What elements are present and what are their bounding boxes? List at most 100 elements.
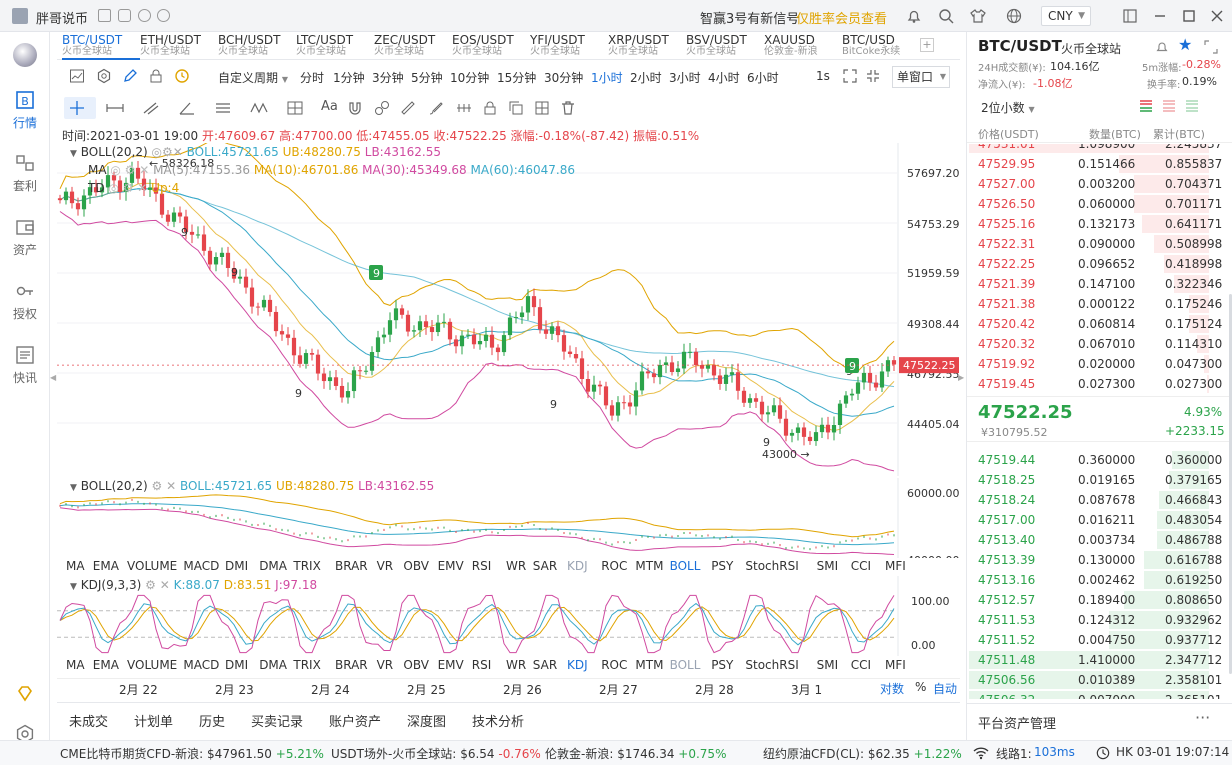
period-option[interactable]: 30分钟 — [544, 69, 583, 86]
indicator-tab[interactable]: CCI — [851, 559, 871, 573]
precision-select[interactable]: 2位小数 ▼ — [981, 99, 1035, 116]
ticker-item[interactable]: 纽约原油CFD(CL): $62.35 +1.22% — [763, 745, 962, 762]
bid-row[interactable]: 47518.25 0.019165 0.379165 — [967, 470, 1222, 490]
gear-icon[interactable]: ⚙ — [162, 145, 173, 159]
external-window-icon[interactable] — [1122, 8, 1138, 24]
pair-tab[interactable]: LTC/USDT 火币全球站 — [296, 34, 374, 58]
angle-icon[interactable] — [178, 100, 196, 116]
pair-tab[interactable]: XRP/USDT 火币全球站 — [608, 34, 686, 58]
bottom-tab[interactable]: 深度图 — [407, 711, 446, 730]
indicator-tab[interactable]: EMV — [438, 658, 464, 672]
period-option[interactable]: 5分钟 — [411, 69, 443, 86]
close-icon[interactable]: ✕ — [173, 145, 183, 159]
link-icon[interactable] — [374, 100, 390, 116]
period-option[interactable]: 1分钟 — [333, 69, 365, 86]
exit-fullscreen-icon[interactable] — [866, 69, 880, 83]
period-option[interactable]: 15分钟 — [497, 69, 536, 86]
pair-tab[interactable]: BSV/USDT 火币全球站 — [686, 34, 764, 58]
ticker-item[interactable]: CME比特币期货CFD-新浪: $47961.50 +5.21% — [60, 745, 324, 762]
indicator-tab[interactable]: VR — [377, 658, 394, 672]
pair-tab[interactable]: BTC/USD BitCoke永续 — [842, 34, 920, 58]
ask-row[interactable]: 47522.31 0.090000 0.508998 — [967, 234, 1222, 254]
indicator-tab[interactable]: SAR — [533, 559, 557, 573]
ask-row[interactable]: 47529.95 0.151466 0.855837 — [967, 154, 1222, 174]
period-option[interactable]: 3分钟 — [372, 69, 404, 86]
bid-row[interactable]: 47513.16 0.002462 0.619250 — [967, 570, 1222, 590]
horizontal-line-icon[interactable] — [106, 100, 124, 116]
bid-row[interactable]: 47512.57 0.189400 0.808650 — [967, 590, 1222, 610]
window-mode-select[interactable]: 单窗口 ▼ — [892, 66, 950, 88]
bid-row[interactable]: 47517.00 0.016211 0.483054 — [967, 510, 1222, 530]
indicator-tab[interactable]: MTM — [635, 559, 663, 573]
add-tab-button[interactable]: + — [920, 38, 934, 52]
custom-period-select[interactable]: 自定义周期 ▼ — [218, 69, 288, 86]
indicator-tab[interactable]: TRIX — [293, 559, 320, 573]
indicator-tab[interactable]: MACD — [183, 658, 219, 672]
sidebar-item-news[interactable]: 快讯 — [0, 345, 50, 386]
layers-icon[interactable] — [534, 100, 550, 116]
copy-icon[interactable] — [508, 100, 524, 116]
parallel-lines-icon[interactable] — [214, 100, 232, 116]
indicator-tab[interactable]: BOLL — [670, 559, 701, 573]
bell-icon[interactable] — [906, 8, 922, 24]
indicator-tab[interactable]: CCI — [851, 658, 871, 672]
indicator-tab[interactable]: DMA — [259, 658, 287, 672]
copyright-icon[interactable] — [157, 9, 170, 22]
bottom-tab[interactable]: 账户资产 — [329, 711, 381, 730]
indicator-tab[interactable]: KDJ — [567, 658, 588, 672]
indicator-tab[interactable]: MA — [66, 658, 85, 672]
asset-mgmt-link[interactable]: 平台资产管理 — [978, 713, 1056, 732]
shirt-icon[interactable] — [970, 8, 986, 24]
ask-row[interactable]: 47527.00 0.003200 0.704371 — [967, 174, 1222, 194]
crosshair-tool[interactable] — [64, 97, 96, 119]
bottom-tab[interactable]: 计划单 — [134, 711, 173, 730]
indicator-tab[interactable]: RSI — [472, 559, 492, 573]
more-icon[interactable]: ··· — [1195, 708, 1210, 727]
close-icon[interactable] — [1209, 8, 1225, 24]
indicator-tab[interactable]: WR — [506, 559, 526, 573]
sidebar-item-arbitrage[interactable]: 套利 — [0, 153, 50, 194]
bid-row[interactable]: 47506.56 0.010389 2.358101 — [967, 670, 1222, 690]
measure-icon[interactable] — [455, 100, 473, 116]
sidebar-item-auth[interactable]: 授权 — [0, 281, 50, 322]
text-tool-icon[interactable]: Aa — [321, 99, 338, 114]
search-icon[interactable] — [938, 8, 954, 24]
indicator-tab[interactable]: MFI — [885, 559, 906, 573]
period-option[interactable]: 10分钟 — [450, 69, 489, 86]
ticker-item[interactable]: 伦敦金-新浪: $1746.34 +0.75% — [545, 745, 726, 762]
indicator-tab[interactable]: EMV — [438, 559, 464, 573]
indicator-tab[interactable]: VR — [377, 559, 394, 573]
price-chart[interactable]: 57697.2054753.2951959.5949308.4446792.55… — [57, 143, 960, 476]
bottom-tab[interactable]: 技术分析 — [472, 711, 524, 730]
indicator-tab[interactable]: EMA — [93, 658, 119, 672]
right-collapse-handle[interactable]: ▶ — [958, 370, 966, 386]
brush-icon[interactable] — [428, 100, 444, 116]
logo[interactable] — [13, 43, 37, 67]
period-option[interactable]: 3小时 — [669, 69, 701, 86]
trend-line-icon[interactable] — [142, 100, 160, 116]
globe-icon[interactable] — [1006, 8, 1022, 24]
clock-icon[interactable] — [174, 68, 190, 84]
period-option[interactable]: 分时 — [300, 69, 324, 86]
orderbook-asks-icon[interactable] — [1162, 99, 1176, 113]
bid-row[interactable]: 47519.44 0.360000 0.360000 — [967, 450, 1222, 470]
indicator-tab[interactable]: BRAR — [335, 658, 368, 672]
trash-icon[interactable] — [560, 100, 576, 116]
indicator-tab[interactable]: StochRSI — [745, 658, 798, 672]
ask-row[interactable]: 47521.39 0.147100 0.322346 — [967, 274, 1222, 294]
badge-icon[interactable] — [118, 9, 131, 22]
period-option[interactable]: 1小时 — [591, 69, 623, 86]
maximize-icon[interactable] — [1181, 8, 1197, 24]
indicator-tab[interactable]: SMI — [817, 658, 839, 672]
eye-icon[interactable]: ◎ — [152, 145, 162, 159]
refresh-timer[interactable]: 1s — [816, 69, 830, 83]
percent-toggle[interactable]: % — [915, 680, 926, 694]
magnet-icon[interactable] — [347, 100, 363, 116]
line-label[interactable]: 线路1: — [996, 745, 1032, 762]
signal-notice[interactable]: 智赢3号有新信号 — [700, 8, 799, 27]
pair-tab[interactable]: YFI/USDT 火币全球站 — [530, 34, 608, 58]
ask-row[interactable]: 47525.16 0.132173 0.641171 — [967, 214, 1222, 234]
indicator-tab[interactable]: KDJ — [567, 559, 588, 573]
left-collapse-handle[interactable]: ◀ — [50, 370, 57, 386]
bid-row[interactable]: 47511.53 0.124312 0.932962 — [967, 610, 1222, 630]
